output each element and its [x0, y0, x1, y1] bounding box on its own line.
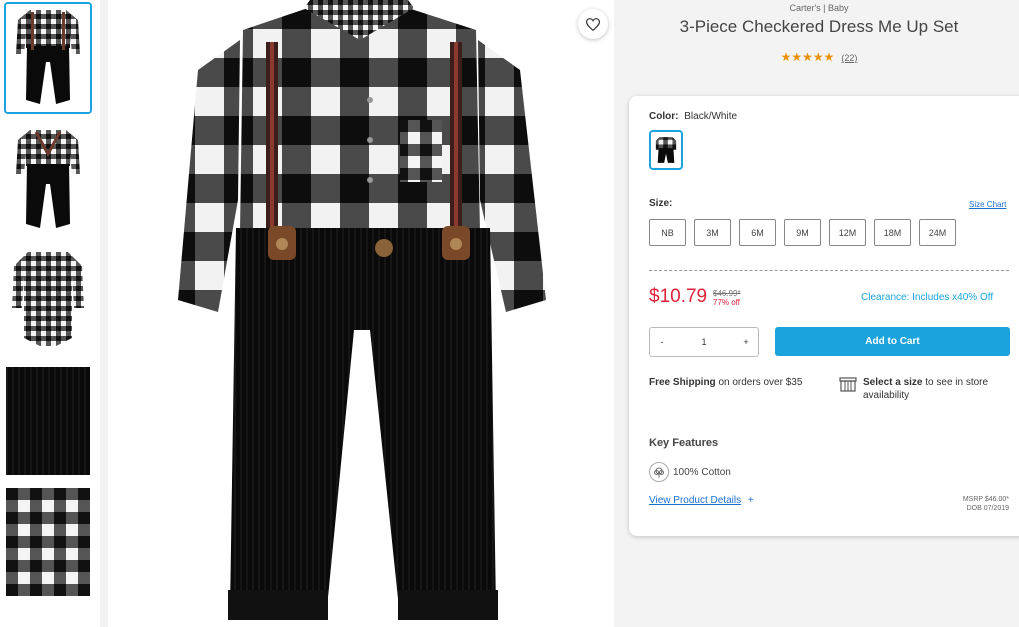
rating-row[interactable]: ★★★★★ (22): [629, 50, 1009, 64]
thumbnail-outfit-back[interactable]: [6, 124, 90, 232]
size-option-12m[interactable]: 12M: [829, 219, 866, 246]
color-label: Color:: [649, 111, 679, 122]
size-option-3m[interactable]: 3M: [694, 219, 731, 246]
store-availability: Select a size to see in store availabili…: [839, 376, 1019, 402]
size-label: Size:: [649, 198, 672, 209]
thumbnail-corduroy-detail[interactable]: [6, 367, 90, 475]
product-title: 3-Piece Checkered Dress Me Up Set: [679, 17, 959, 36]
size-label-text: Size:: [649, 198, 673, 209]
quantity-input[interactable]: 1: [674, 337, 734, 347]
size-option-24m[interactable]: 24M: [919, 219, 956, 246]
store-text: Select a size to see in store availabili…: [863, 376, 1013, 402]
color-row: Color: Black/White: [649, 111, 737, 122]
feature-cotton: 100% Cotton: [649, 462, 731, 482]
view-product-details-link[interactable]: View Product Details +: [649, 495, 754, 506]
original-price: $46.99*: [713, 289, 741, 298]
review-count-link[interactable]: (22): [841, 53, 857, 63]
thumbnail-outfit-front[interactable]: [4, 2, 92, 114]
details-plus-icon: +: [747, 495, 754, 506]
brand-label: Carter's | Baby: [789, 3, 849, 13]
clearance-note: Clearance: Includes x40% Off: [861, 292, 994, 303]
thumbnail-plaid-detail[interactable]: [6, 488, 90, 596]
size-option-9m[interactable]: 9M: [784, 219, 821, 246]
thumbnail-bodysuit[interactable]: [6, 246, 90, 354]
heart-icon: [586, 17, 600, 31]
discount-percent: 77% off: [713, 298, 740, 307]
shipping-bold: Free Shipping: [649, 377, 716, 388]
wishlist-button[interactable]: [578, 9, 608, 39]
msrp-info: MSRP $46.00* DOB 07/2019: [963, 495, 1009, 513]
cotton-icon: [649, 462, 669, 482]
rating-stars: ★★★★★: [780, 50, 835, 64]
key-features-title: Key Features: [649, 437, 719, 449]
details-link-text: View Product Details: [649, 495, 742, 506]
store-bold: Select a size: [863, 377, 923, 388]
cotton-label: 100% Cotton: [673, 466, 731, 478]
shipping-text: on orders over $35: [715, 377, 803, 388]
thumbnail-gallery: [0, 0, 100, 627]
sale-price: $10.79: [649, 286, 708, 307]
dob-line: DOB 07/2019: [966, 505, 1009, 512]
quantity-stepper: - 1 +: [649, 327, 759, 357]
main-product-image[interactable]: [108, 0, 614, 627]
color-swatch-black-white[interactable]: [649, 130, 683, 170]
divider: [649, 270, 1009, 271]
quantity-decrease-button[interactable]: -: [650, 337, 674, 347]
shipping-info: Free Shipping on orders over $35: [649, 376, 819, 389]
add-to-cart-button[interactable]: Add to Cart: [775, 327, 1010, 356]
size-option-18m[interactable]: 18M: [874, 219, 911, 246]
size-option-6m[interactable]: 6M: [739, 219, 776, 246]
store-icon: [839, 377, 857, 392]
quantity-increase-button[interactable]: +: [734, 337, 758, 347]
msrp-line: MSRP $46.00*: [962, 496, 1009, 503]
purchase-panel: Color: Black/White Size: Size Chart NB 3…: [629, 96, 1019, 536]
color-value: Black/White: [684, 111, 738, 122]
size-options: NB 3M 6M 9M 12M 18M 24M: [649, 219, 956, 246]
size-chart-link[interactable]: Size Chart: [969, 200, 1006, 209]
size-option-nb[interactable]: NB: [649, 219, 686, 246]
